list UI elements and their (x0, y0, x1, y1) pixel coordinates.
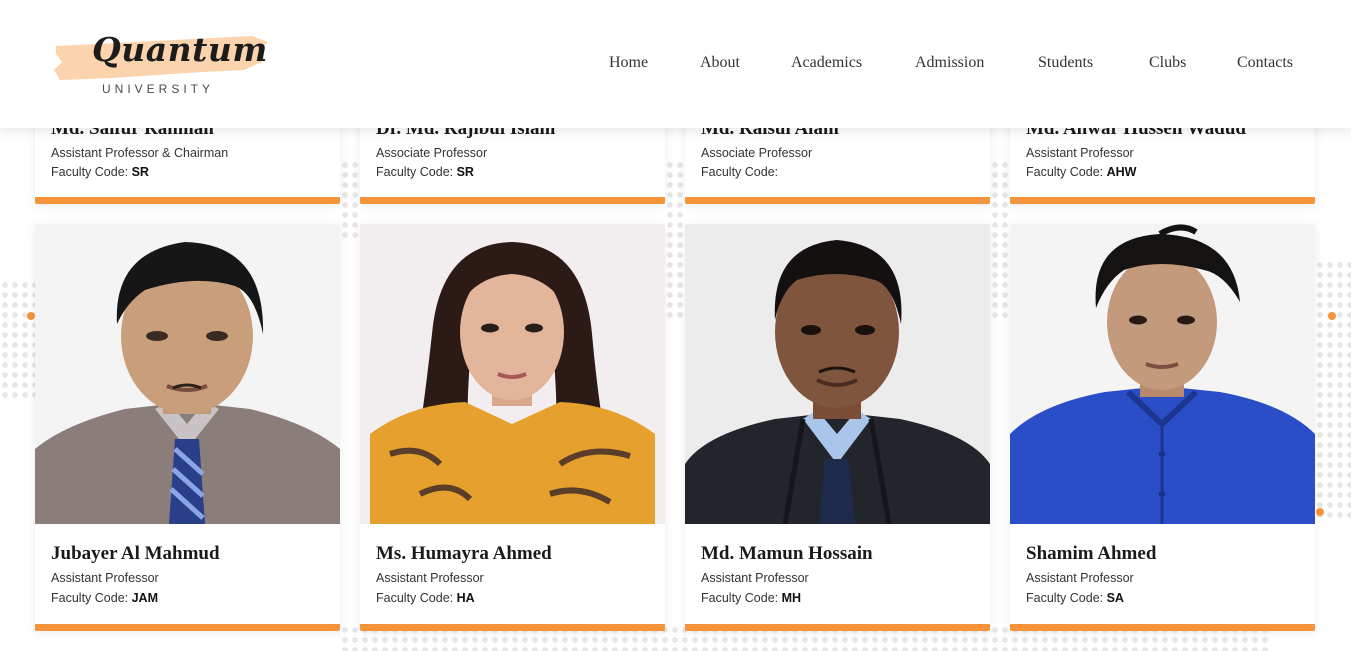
accent-dot-right (1328, 312, 1336, 320)
faculty-code-line: Faculty Code: SA (1026, 591, 1124, 605)
faculty-photo[interactable] (35, 224, 340, 524)
faculty-role: Assistant Professor (1026, 571, 1134, 585)
dotted-background-center-top (340, 160, 360, 240)
nav-clubs[interactable]: Clubs (1149, 54, 1186, 72)
accent-dot-right-lower (1316, 508, 1324, 516)
dotted-background-mid-1 (665, 160, 685, 320)
university-logo[interactable]: Quantum UNIVERSITY (52, 28, 274, 100)
logo-wordmark: Quantum (92, 30, 268, 69)
faculty-code: HA (456, 591, 475, 605)
faculty-code: AHW (1106, 165, 1137, 179)
faculty-code-line: Faculty Code: MH (701, 591, 801, 605)
faculty-code-label: Faculty Code: (701, 591, 782, 605)
faculty-code-line: Faculty Code: SR (51, 165, 149, 179)
faculty-code-label: Faculty Code: (376, 591, 457, 605)
dotted-background-mid-2 (990, 160, 1010, 320)
faculty-name: Shamim Ahmed (1026, 543, 1157, 564)
faculty-role: Assistant Professor (51, 571, 159, 585)
faculty-photo[interactable] (685, 224, 990, 524)
faculty-code-label: Faculty Code: (1026, 165, 1107, 179)
nav-contacts[interactable]: Contacts (1237, 54, 1293, 72)
nav-admission[interactable]: Admission (915, 54, 984, 72)
dotted-background-right (1315, 260, 1351, 520)
faculty-code-line: Faculty Code: AHW (1026, 165, 1136, 179)
faculty-code-line: Faculty Code: SR (376, 165, 474, 179)
faculty-code: SR (131, 165, 149, 179)
faculty-code-line: Faculty Code: HA (376, 591, 475, 605)
faculty-card[interactable]: Jubayer Al Mahmud Assistant Professor Fa… (35, 224, 340, 631)
faculty-code-line: Faculty Code: JAM (51, 591, 158, 605)
faculty-code: MH (781, 591, 802, 605)
faculty-photo[interactable] (1010, 224, 1315, 524)
faculty-name: Ms. Humayra Ahmed (376, 543, 552, 564)
dotted-background-left (0, 280, 40, 400)
faculty-card[interactable]: Md. Mamun Hossain Assistant Professor Fa… (685, 224, 990, 631)
faculty-name: Md. Mamun Hossain (701, 543, 873, 564)
faculty-card[interactable]: Ms. Humayra Ahmed Assistant Professor Fa… (360, 224, 665, 631)
faculty-role: Assistant Professor (701, 571, 809, 585)
site-header: Quantum UNIVERSITY Home About Academics … (0, 0, 1351, 128)
nav-home[interactable]: Home (609, 54, 648, 72)
faculty-role: Assistant Professor & Chairman (51, 146, 229, 160)
faculty-role: Associate Professor (376, 146, 488, 160)
faculty-code-label: Faculty Code: (51, 165, 132, 179)
faculty-code-label: Faculty Code: (1026, 591, 1107, 605)
accent-dot-left (27, 312, 35, 320)
nav-students[interactable]: Students (1038, 54, 1093, 72)
faculty-code-label: Faculty Code: (701, 165, 779, 179)
faculty-role: Associate Professor (701, 146, 813, 160)
nav-academics[interactable]: Academics (791, 54, 862, 72)
faculty-code-line: Faculty Code: (701, 165, 778, 179)
logo-subtitle: UNIVERSITY (102, 82, 215, 96)
faculty-code: JAM (131, 591, 158, 605)
faculty-code-label: Faculty Code: (376, 165, 457, 179)
nav-about[interactable]: About (700, 54, 740, 72)
faculty-role: Assistant Professor (1026, 146, 1134, 160)
faculty-card[interactable]: Shamim Ahmed Assistant Professor Faculty… (1010, 224, 1315, 631)
faculty-photo[interactable] (360, 224, 665, 524)
faculty-name: Jubayer Al Mahmud (51, 543, 220, 564)
faculty-code-label: Faculty Code: (51, 591, 132, 605)
faculty-role: Assistant Professor (376, 571, 484, 585)
faculty-code: SA (1106, 591, 1124, 605)
faculty-code: SR (456, 165, 474, 179)
